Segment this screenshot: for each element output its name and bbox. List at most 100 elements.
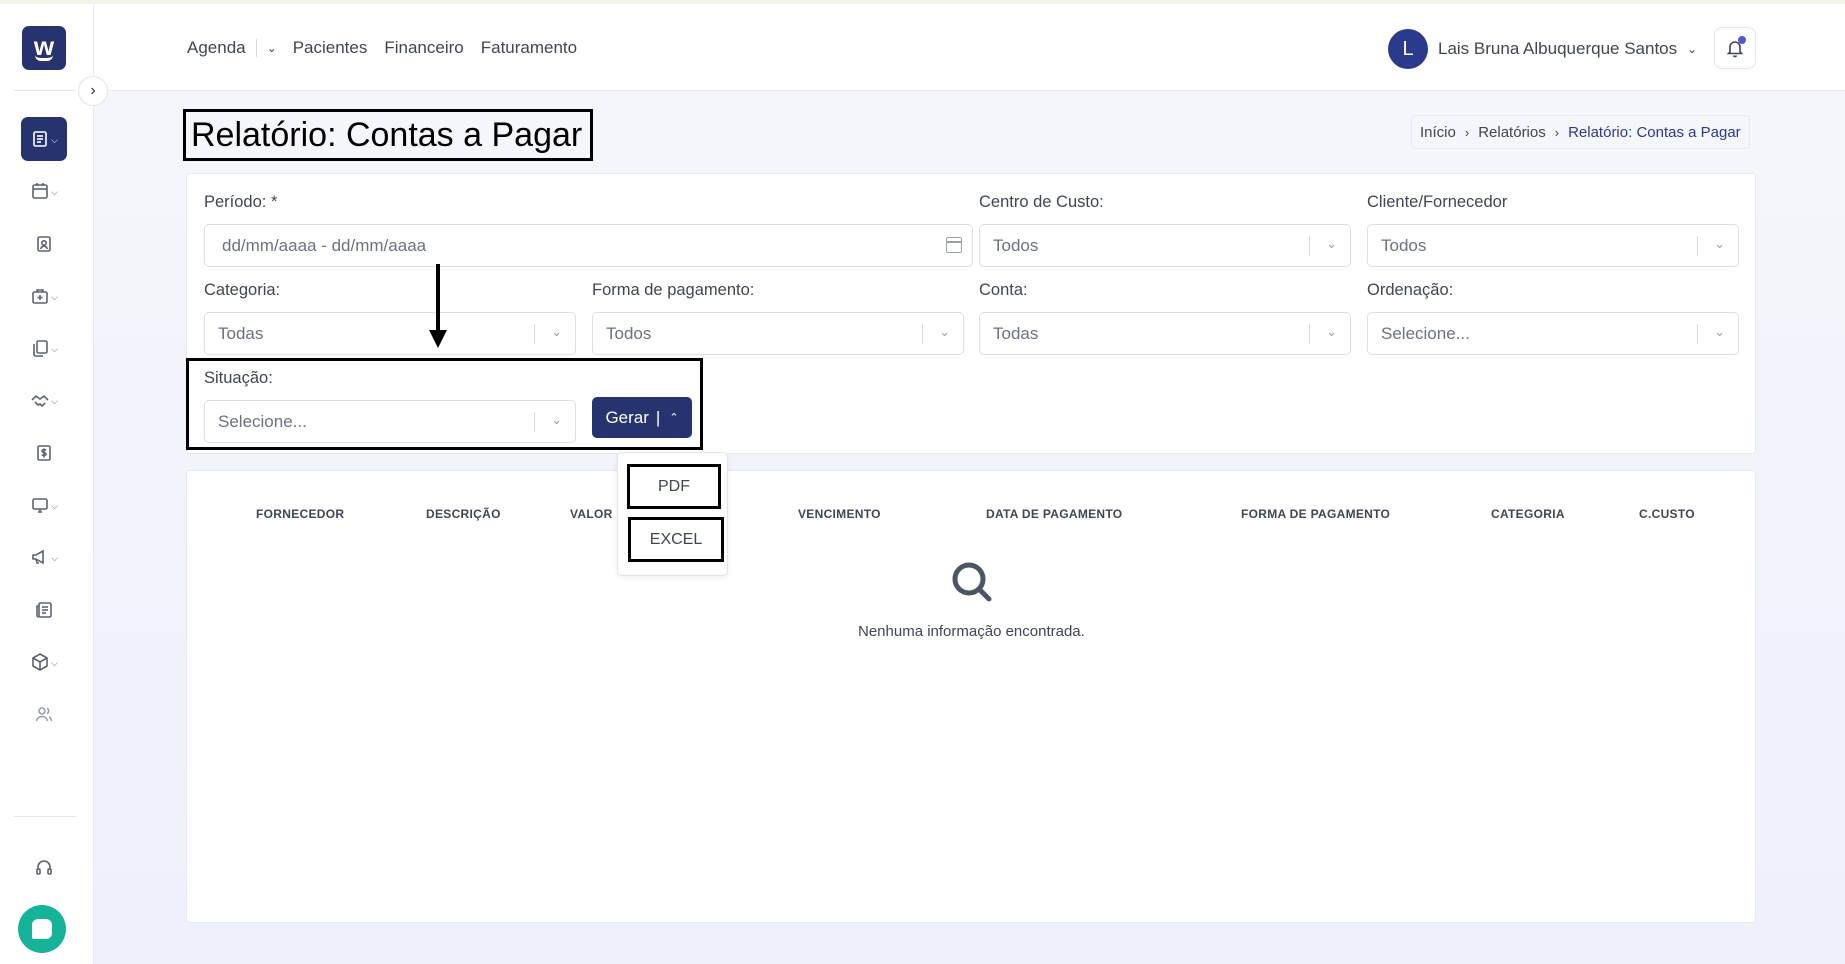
dollar-document-icon [37, 445, 51, 461]
cliente-fornecedor-select[interactable]: Todos ⌄ [1367, 224, 1739, 267]
categoria-select[interactable]: Todas ⌄ [204, 312, 576, 355]
sidebar-item-users[interactable] [21, 692, 67, 736]
column-header[interactable]: VENCIMENTO [798, 507, 881, 521]
search-icon [952, 562, 992, 602]
notifications-button[interactable] [1714, 27, 1756, 69]
nav-separator [255, 39, 257, 57]
breadcrumb-current: Relatório: Contas a Pagar [1568, 123, 1741, 141]
gerar-button[interactable]: Gerar | ⌃ [592, 397, 692, 438]
breadcrumb-home[interactable]: Início [1420, 124, 1456, 141]
chevron-down-icon: ⌵ [51, 134, 58, 145]
centro-custo-select[interactable]: Todos ⌄ [979, 224, 1351, 267]
nav-faturamento[interactable]: Faturamento [481, 38, 577, 58]
cliente-fornecedor-value: Todos [1381, 235, 1427, 255]
menu-item-excel[interactable]: EXCEL [628, 517, 724, 562]
chevron-down-icon[interactable]: ⌄ [267, 41, 277, 55]
ordenacao-label: Ordenação: [1367, 281, 1454, 299]
chevron-right-icon: › [90, 82, 96, 99]
sidebar-item-clinic[interactable]: ⌵ [21, 274, 67, 318]
chat-bubble-icon [32, 919, 52, 939]
periodo-field: Período: * dd/mm/aaaa - dd/mm/aaaa [204, 193, 973, 267]
breadcrumb-reports[interactable]: Relatórios [1478, 124, 1546, 141]
chevron-down-icon: ⌵ [51, 552, 58, 563]
sidebar-item-monitor[interactable]: ⌵ [21, 483, 67, 527]
select-separator [922, 324, 923, 344]
chevron-down-icon: ⌄ [1326, 324, 1337, 339]
user-name: Lais Bruna Albuquerque Santos [1438, 39, 1678, 58]
conta-field: Conta: Todas ⌄ [979, 281, 1351, 355]
menu-item-pdf[interactable]: PDF [627, 464, 721, 509]
chevron-down-icon: ⌵ [51, 395, 58, 406]
sidebar-item-inventory[interactable]: ⌵ [21, 640, 67, 684]
sidebar-item-calendar[interactable]: ⌵ [21, 169, 67, 213]
column-header[interactable]: VALOR [570, 507, 613, 521]
gerar-dropdown-menu: PDF EXCEL [617, 452, 728, 576]
column-header[interactable]: CATEGORIA [1491, 507, 1565, 521]
annotation-arrow-head [429, 330, 447, 348]
calendar-icon [946, 237, 962, 253]
app-logo[interactable]: w [22, 26, 66, 70]
nav-pacientes[interactable]: Pacientes [293, 38, 368, 58]
page-title-annotation: Relatório: Contas a Pagar [183, 109, 593, 161]
chevron-down-icon: ⌵ [51, 343, 58, 354]
sidebar-expand-button[interactable]: › [78, 76, 108, 106]
report-icon [33, 131, 47, 147]
sidebar-item-handshake[interactable]: ⌵ [21, 378, 67, 422]
categoria-value: Todas [218, 323, 264, 343]
chevron-down-icon: ⌄ [551, 324, 562, 339]
select-separator [1309, 236, 1310, 256]
chat-button[interactable] [18, 905, 66, 953]
centro-custo-field: Centro de Custo: Todos ⌄ [979, 193, 1351, 267]
handshake-icon [31, 394, 49, 408]
chevron-down-icon: ⌄ [1714, 236, 1725, 251]
breadcrumb: Início › Relatórios › Relatório: Contas … [1411, 115, 1750, 149]
nav-financeiro[interactable]: Financeiro [384, 38, 463, 58]
column-header[interactable]: DESCRIÇÃO [426, 507, 501, 521]
medical-bag-icon [32, 289, 48, 304]
calendar-icon [32, 183, 48, 199]
sidebar-item-reports[interactable]: ⌵ [21, 117, 67, 161]
chevron-down-icon: ⌄ [939, 324, 950, 339]
categoria-field: Categoria: Todas ⌄ [204, 281, 576, 355]
headset-icon [36, 860, 52, 875]
top-header: Agenda ⌄ Pacientes Financeiro Faturament… [94, 4, 1845, 91]
forma-pagamento-select[interactable]: Todos ⌄ [592, 312, 964, 355]
forma-pagamento-value: Todos [606, 323, 652, 343]
megaphone-icon [32, 549, 44, 565]
sidebar-item-marketing[interactable]: ⌵ [21, 535, 67, 579]
column-header[interactable]: FORMA DE PAGAMENTO [1241, 507, 1390, 521]
gerar-label: Gerar [605, 407, 649, 427]
sidebar-item-finance[interactable] [21, 431, 67, 475]
nav-agenda[interactable]: Agenda [187, 38, 246, 58]
chevron-down-icon: ⌄ [1326, 236, 1337, 251]
newspaper-icon [36, 602, 52, 618]
sidebar-item-patients[interactable] [21, 222, 67, 266]
sidebar: w ⌵ ⌵ ⌵ ⌵ ⌵ ⌵ ⌵ ⌵ [0, 4, 94, 964]
ordenacao-select[interactable]: Selecione... ⌄ [1367, 312, 1739, 355]
users-icon [35, 707, 53, 722]
sidebar-divider-bottom [14, 816, 76, 817]
column-header[interactable]: DATA DE PAGAMENTO [986, 507, 1122, 521]
user-menu[interactable]: L Lais Bruna Albuquerque Santos ⌄ [1388, 29, 1697, 69]
cliente-fornecedor-label: Cliente/Fornecedor [1367, 193, 1508, 211]
annotation-arrow [436, 264, 440, 332]
column-header[interactable]: C.CUSTO [1639, 507, 1695, 521]
sidebar-item-news[interactable] [21, 588, 67, 632]
sidebar-divider-top [14, 90, 76, 91]
column-header[interactable]: FORNECEDOR [256, 507, 344, 521]
avatar: L [1388, 29, 1428, 69]
top-navigation: Agenda ⌄ Pacientes Financeiro Faturament… [187, 38, 594, 58]
centro-custo-value: Todos [993, 235, 1039, 255]
chevron-down-icon: ⌵ [51, 186, 58, 197]
periodo-input[interactable]: dd/mm/aaaa - dd/mm/aaaa [204, 224, 973, 267]
chevron-down-icon: ⌵ [51, 657, 58, 668]
sidebar-item-documents[interactable]: ⌵ [21, 326, 67, 370]
ordenacao-field: Ordenação: Selecione... ⌄ [1367, 281, 1739, 355]
chevron-down-icon: ⌵ [51, 291, 58, 302]
forma-pagamento-field: Forma de pagamento: Todos ⌄ [592, 281, 964, 355]
select-separator [1697, 324, 1698, 344]
chevron-down-icon: ⌵ [51, 500, 58, 511]
sidebar-item-support[interactable] [21, 846, 67, 890]
conta-select[interactable]: Todas ⌄ [979, 312, 1351, 355]
select-separator [534, 324, 535, 344]
